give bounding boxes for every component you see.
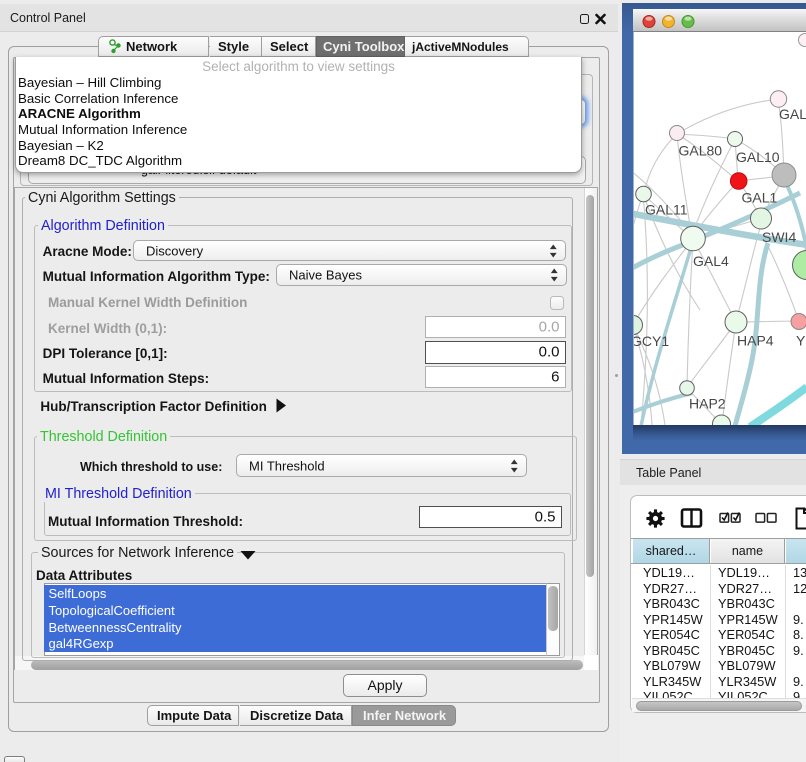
svg-text:HAP2: HAP2 — [689, 396, 726, 412]
svg-text:Y: Y — [796, 333, 806, 349]
svg-text:GAL80: GAL80 — [679, 143, 723, 159]
svg-text:SWI4: SWI4 — [762, 229, 796, 245]
svg-text:GAL7: GAL7 — [779, 106, 806, 122]
svg-text:GAL11: GAL11 — [645, 202, 688, 218]
svg-text:GCY1: GCY1 — [634, 333, 669, 349]
svg-text:GAL1: GAL1 — [742, 190, 778, 206]
svg-text:GAL4: GAL4 — [693, 253, 729, 269]
svg-text:GAL10: GAL10 — [736, 149, 780, 165]
svg-text:HAP4: HAP4 — [737, 333, 774, 349]
